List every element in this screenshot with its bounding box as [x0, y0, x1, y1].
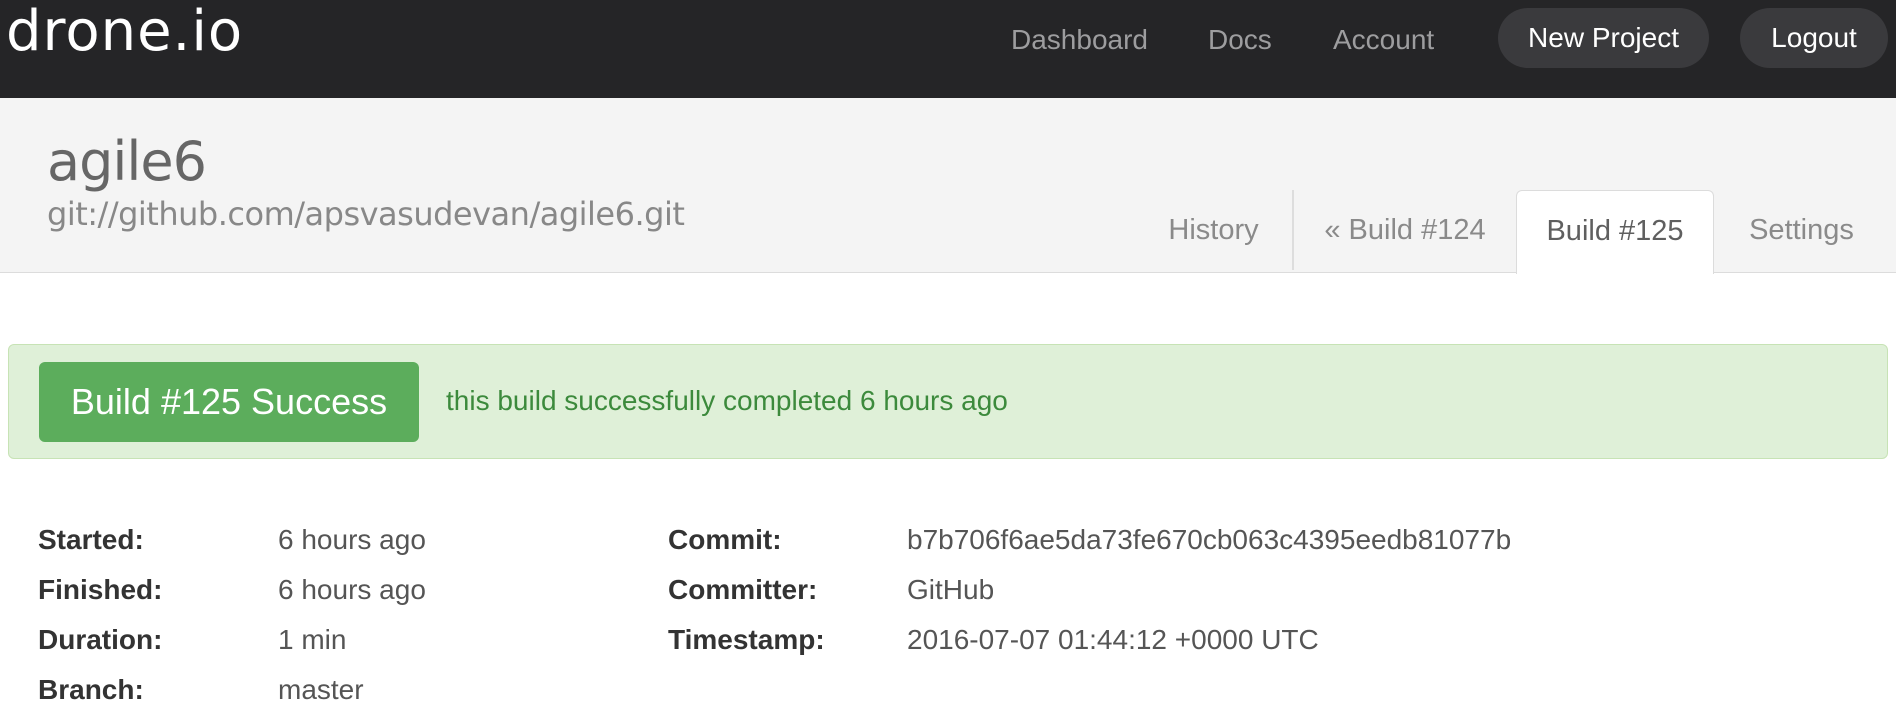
- top-navbar: drone.io Dashboard Docs Account New Proj…: [0, 0, 1896, 98]
- branch-label: Branch:: [38, 674, 144, 705]
- started-label: Started:: [38, 524, 144, 555]
- tab-history[interactable]: History: [1135, 190, 1292, 274]
- nav-link-account[interactable]: Account: [1333, 20, 1434, 60]
- nav-link-docs[interactable]: Docs: [1208, 20, 1272, 60]
- logout-button[interactable]: Logout: [1740, 8, 1888, 68]
- tab-previous-build[interactable]: « Build #124: [1294, 190, 1516, 274]
- build-status-badge: Build #125 Success: [39, 362, 419, 442]
- commit-hash: b7b706f6ae5da73fe670cb063c4395eedb81077b: [907, 524, 1512, 555]
- new-project-button[interactable]: New Project: [1498, 8, 1709, 68]
- project-repo-url: git://github.com/apsvasudevan/agile6.git: [47, 195, 685, 233]
- build-status-message: this build successfully completed 6 hour…: [446, 385, 1008, 416]
- project-title: agile6: [47, 130, 207, 193]
- duration-value: 1 min: [278, 624, 347, 655]
- commit-label: Commit:: [668, 524, 782, 555]
- timestamp-value: 2016-07-07 01:44:12 +0000 UTC: [907, 624, 1319, 655]
- finished-value: 6 hours ago: [278, 574, 426, 605]
- timestamp-label: Timestamp:: [668, 624, 825, 655]
- nav-link-dashboard[interactable]: Dashboard: [1011, 20, 1148, 60]
- committer-value: GitHub: [907, 574, 995, 605]
- tab-current-build[interactable]: Build #125: [1516, 190, 1714, 274]
- started-value: 6 hours ago: [278, 524, 426, 555]
- branch-value: master: [278, 674, 364, 705]
- committer-label: Committer:: [668, 574, 818, 605]
- finished-label: Finished:: [38, 574, 163, 605]
- build-status-alert: Build #125 Success this build successful…: [8, 344, 1888, 459]
- brand-logo[interactable]: drone.io: [6, 2, 243, 62]
- duration-label: Duration:: [38, 624, 163, 655]
- project-header: agile6 git://github.com/apsvasudevan/agi…: [0, 98, 1896, 274]
- tab-settings[interactable]: Settings: [1714, 190, 1889, 274]
